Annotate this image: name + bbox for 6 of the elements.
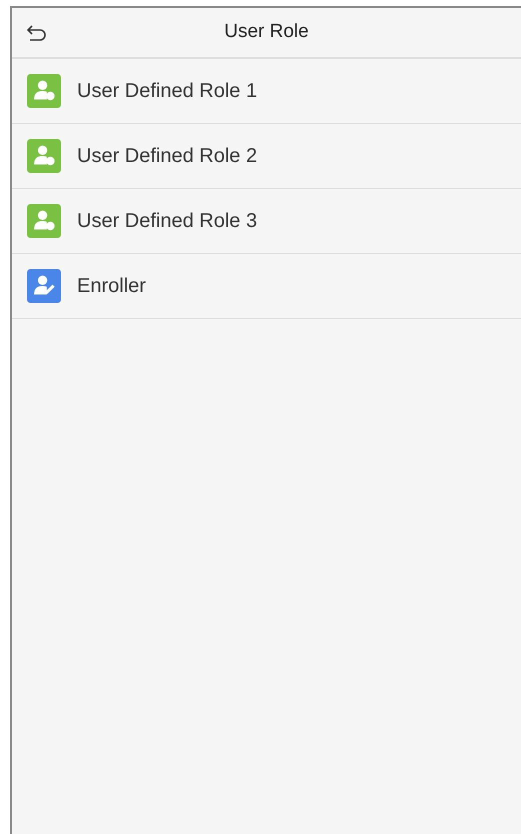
- role-item[interactable]: Enroller: [12, 254, 521, 319]
- back-icon[interactable]: [26, 24, 48, 42]
- page-title: User Role: [224, 21, 309, 42]
- role-item[interactable]: User Defined Role 3: [12, 189, 521, 254]
- role-item[interactable]: User Defined Role 1: [12, 59, 521, 124]
- role-item[interactable]: User Defined Role 2: [12, 124, 521, 189]
